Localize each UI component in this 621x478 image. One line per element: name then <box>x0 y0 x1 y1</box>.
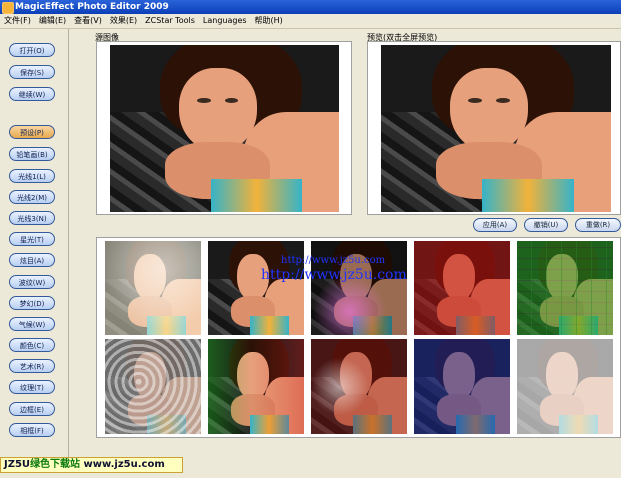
menu-bar: 文件(F) 编辑(E) 查看(V) 效果(E) ZCStar Tools Lan… <box>0 14 621 29</box>
app-icon <box>2 2 14 14</box>
effect-pencil-button[interactable]: 铅笔画(B) <box>9 147 55 161</box>
menu-zcstar-tools[interactable]: ZCStar Tools <box>141 14 199 28</box>
thumbnail-effect[interactable] <box>414 241 510 335</box>
effect-preset-button[interactable]: 预设(P) <box>9 125 55 139</box>
original-photo <box>110 45 339 212</box>
thumbnail-effect[interactable] <box>517 241 613 335</box>
thumbnail-effect[interactable] <box>311 339 407 434</box>
banner-prefix: JZ5U <box>4 459 31 470</box>
effect-color-button[interactable]: 颜色(C) <box>9 338 55 352</box>
watermark-large: http://www.jz5u.com <box>261 267 407 283</box>
save-button[interactable]: 保存(S) <box>9 65 55 79</box>
window-title: MagicEffect Photo Editor 2009 <box>15 2 169 12</box>
thumbnail-effect[interactable] <box>517 339 613 434</box>
site-banner: JZ5U绿色下载站 www.jz5u.com <box>0 457 183 473</box>
preview-panel[interactable] <box>367 41 621 215</box>
menu-edit[interactable]: 编辑(E) <box>35 14 70 28</box>
thumbnail-effect[interactable] <box>105 339 201 434</box>
effect-ripple-button[interactable]: 波纹(W) <box>9 275 55 289</box>
original-image-panel <box>96 41 352 215</box>
thumbnail-effect[interactable] <box>414 339 510 434</box>
effect-border-button[interactable]: 边框(E) <box>9 402 55 416</box>
thumbnail-effect[interactable] <box>105 241 201 335</box>
menu-help[interactable]: 帮助(H) <box>251 14 287 28</box>
thumbnail-effect[interactable] <box>208 339 304 434</box>
menu-view[interactable]: 查看(V) <box>70 14 106 28</box>
effect-weather-button[interactable]: 气候(W) <box>9 317 55 331</box>
effect-art-button[interactable]: 艺术(R) <box>9 359 55 373</box>
redo-button[interactable]: 重做(R) <box>575 218 621 232</box>
sidebar: 打开(O) 保存(S) 继续(W) 预设(P) 铅笔画(B) 光线1(L) 光线… <box>0 29 69 460</box>
effect-light2-button[interactable]: 光线2(M) <box>9 190 55 204</box>
effect-starlight-button[interactable]: 星光(T) <box>9 232 55 246</box>
effect-light3-button[interactable]: 光线3(N) <box>9 211 55 225</box>
watermark-small: http://www.jz5u.com <box>281 255 386 266</box>
main-area: 源图像 预览(双击全屏预览) 应用(A) 撤销(U) 重做(R) http://… <box>69 29 621 460</box>
banner-green-text: 绿色下载站 <box>30 459 81 470</box>
banner-url: www.jz5u.com <box>80 459 165 470</box>
preview-photo[interactable] <box>381 45 611 212</box>
menu-file[interactable]: 文件(F) <box>0 14 35 28</box>
effect-dream-button[interactable]: 梦幻(D) <box>9 296 55 310</box>
effect-texture-button[interactable]: 纹理(T) <box>9 380 55 394</box>
effect-light1-button[interactable]: 光线1(L) <box>9 169 55 183</box>
continue-button[interactable]: 继续(W) <box>9 87 55 101</box>
effect-frame-button[interactable]: 相框(F) <box>9 423 55 437</box>
open-button[interactable]: 打开(O) <box>9 43 55 57</box>
apply-button[interactable]: 应用(A) <box>473 218 517 232</box>
title-bar: MagicEffect Photo Editor 2009 <box>0 0 621 14</box>
undo-button[interactable]: 撤销(U) <box>524 218 568 232</box>
effect-dazzle-button[interactable]: 炫目(A) <box>9 253 55 267</box>
menu-effects[interactable]: 效果(E) <box>106 14 141 28</box>
menu-languages[interactable]: Languages <box>199 14 251 28</box>
